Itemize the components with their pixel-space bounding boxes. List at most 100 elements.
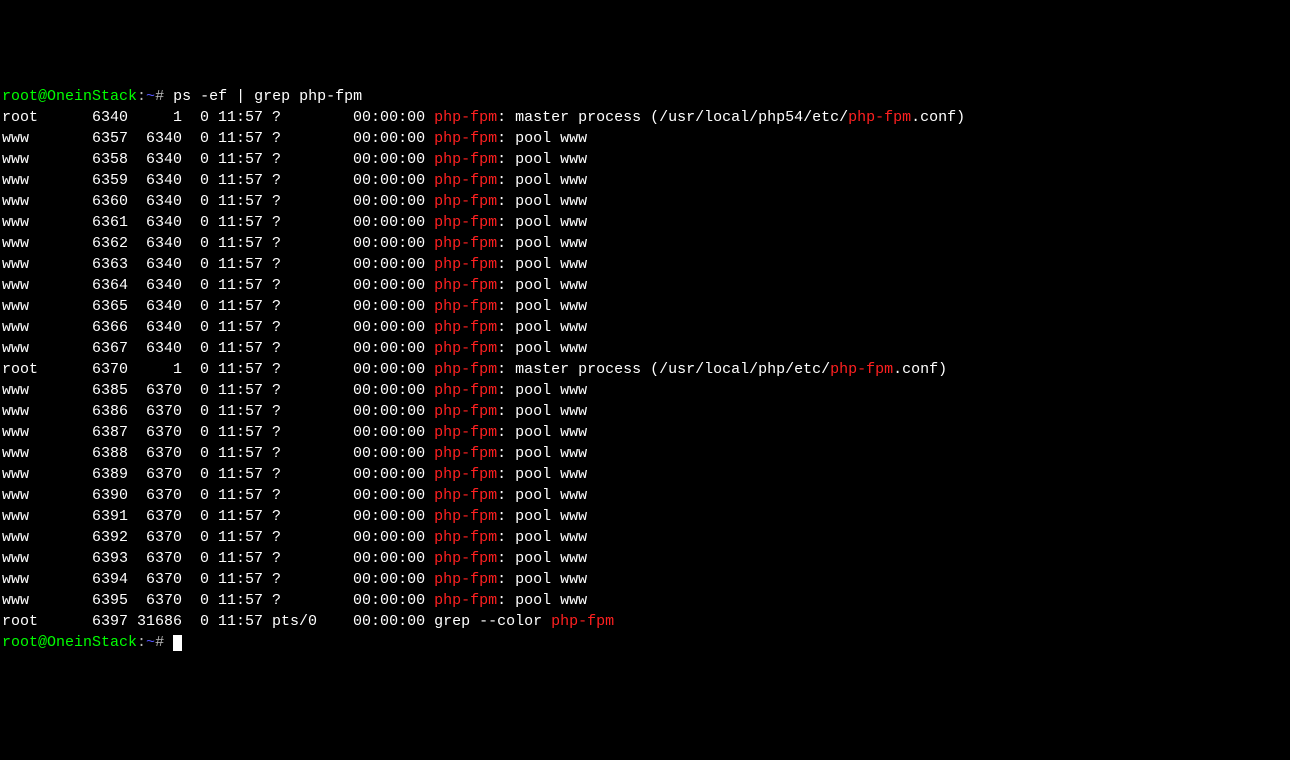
process-cols: www 6386 6370 0 11:57 ? 00:00:00 [2, 403, 434, 420]
highlight-phpfpm: php-fpm [434, 277, 497, 294]
process-row: www 6363 6340 0 11:57 ? 00:00:00 php-fpm… [2, 254, 1290, 275]
process-cmd: : pool www [497, 298, 587, 315]
terminal-output[interactable]: root@OneinStack:~# ps -ef | grep php-fpm… [2, 86, 1290, 653]
prompt-path: ~ [146, 88, 155, 105]
process-cmd: : pool www [497, 466, 587, 483]
process-row: www 6393 6370 0 11:57 ? 00:00:00 php-fpm… [2, 548, 1290, 569]
process-cols: www 6365 6340 0 11:57 ? 00:00:00 [2, 298, 434, 315]
process-cols: www 6362 6340 0 11:57 ? 00:00:00 [2, 235, 434, 252]
highlight-phpfpm: php-fpm [434, 151, 497, 168]
process-row: www 6388 6370 0 11:57 ? 00:00:00 php-fpm… [2, 443, 1290, 464]
process-cmd: : pool www [497, 256, 587, 273]
process-row: www 6389 6370 0 11:57 ? 00:00:00 php-fpm… [2, 464, 1290, 485]
final-hash: # [155, 634, 164, 651]
process-cols: www 6361 6340 0 11:57 ? 00:00:00 [2, 214, 434, 231]
process-cmd: : pool www [497, 235, 587, 252]
highlight-phpfpm: php-fpm [434, 571, 497, 588]
highlight-phpfpm: php-fpm [830, 361, 893, 378]
highlight-phpfpm: php-fpm [434, 319, 497, 336]
process-row: www 6362 6340 0 11:57 ? 00:00:00 php-fpm… [2, 233, 1290, 254]
highlight-phpfpm: php-fpm [434, 130, 497, 147]
process-row: www 6360 6340 0 11:57 ? 00:00:00 php-fpm… [2, 191, 1290, 212]
prompt-hash: # [155, 88, 164, 105]
process-cols: www 6395 6370 0 11:57 ? 00:00:00 [2, 592, 434, 609]
highlight-phpfpm: php-fpm [434, 382, 497, 399]
process-cmd-post: .conf) [893, 361, 947, 378]
cursor-icon [173, 635, 182, 651]
process-row: root 6340 1 0 11:57 ? 00:00:00 php-fpm: … [2, 107, 1290, 128]
process-cmd: : pool www [497, 550, 587, 567]
process-cmd: : pool www [497, 445, 587, 462]
final-sep: : [137, 634, 146, 651]
process-row: www 6357 6340 0 11:57 ? 00:00:00 php-fpm… [2, 128, 1290, 149]
process-cmd: : pool www [497, 487, 587, 504]
highlight-phpfpm: php-fpm [434, 298, 497, 315]
command-text: ps -ef | grep php-fpm [164, 88, 362, 105]
highlight-phpfpm: php-fpm [434, 550, 497, 567]
process-cols: www 6357 6340 0 11:57 ? 00:00:00 [2, 130, 434, 147]
process-cols: www 6385 6370 0 11:57 ? 00:00:00 [2, 382, 434, 399]
process-row: www 6391 6370 0 11:57 ? 00:00:00 php-fpm… [2, 506, 1290, 527]
highlight-phpfpm: php-fpm [434, 256, 497, 273]
highlight-phpfpm: php-fpm [848, 109, 911, 126]
process-cols: www 6363 6340 0 11:57 ? 00:00:00 [2, 256, 434, 273]
process-row: www 6361 6340 0 11:57 ? 00:00:00 php-fpm… [2, 212, 1290, 233]
process-cols: www 6389 6370 0 11:57 ? 00:00:00 [2, 466, 434, 483]
process-row: www 6359 6340 0 11:57 ? 00:00:00 php-fpm… [2, 170, 1290, 191]
process-cmd: : pool www [497, 403, 587, 420]
process-cmd: : pool www [497, 130, 587, 147]
highlight-phpfpm: php-fpm [434, 214, 497, 231]
highlight-phpfpm: php-fpm [434, 109, 497, 126]
process-cmd: : pool www [497, 277, 587, 294]
process-cols: www 6360 6340 0 11:57 ? 00:00:00 [2, 193, 434, 210]
final-user-host: root@OneinStack [2, 634, 137, 651]
process-row: www 6386 6370 0 11:57 ? 00:00:00 php-fpm… [2, 401, 1290, 422]
process-cols: www 6364 6340 0 11:57 ? 00:00:00 [2, 277, 434, 294]
process-cols: root 6340 1 0 11:57 ? 00:00:00 [2, 109, 434, 126]
process-cmd: : pool www [497, 592, 587, 609]
process-row: www 6387 6370 0 11:57 ? 00:00:00 php-fpm… [2, 422, 1290, 443]
highlight-phpfpm: php-fpm [434, 193, 497, 210]
grep-line: root 6397 31686 0 11:57 pts/0 00:00:00 g… [2, 611, 1290, 632]
process-row: www 6394 6370 0 11:57 ? 00:00:00 php-fpm… [2, 569, 1290, 590]
final-prompt-line: root@OneinStack:~# [2, 632, 1290, 653]
process-row: www 6392 6370 0 11:57 ? 00:00:00 php-fpm… [2, 527, 1290, 548]
process-cmd: : pool www [497, 424, 587, 441]
process-cmd: : pool www [497, 571, 587, 588]
process-cmd: : pool www [497, 172, 587, 189]
highlight-phpfpm: php-fpm [434, 424, 497, 441]
highlight-phpfpm: php-fpm [434, 466, 497, 483]
process-row: www 6367 6340 0 11:57 ? 00:00:00 php-fpm… [2, 338, 1290, 359]
process-cols: www 6392 6370 0 11:57 ? 00:00:00 [2, 529, 434, 546]
highlight-phpfpm: php-fpm [434, 340, 497, 357]
process-cols: www 6387 6370 0 11:57 ? 00:00:00 [2, 424, 434, 441]
process-row: www 6358 6340 0 11:57 ? 00:00:00 php-fpm… [2, 149, 1290, 170]
process-cols: www 6393 6370 0 11:57 ? 00:00:00 [2, 550, 434, 567]
prompt-user-host: root@OneinStack [2, 88, 137, 105]
process-cols: www 6391 6370 0 11:57 ? 00:00:00 [2, 508, 434, 525]
process-cmd-post: .conf) [911, 109, 965, 126]
highlight-phpfpm: php-fpm [434, 403, 497, 420]
process-row: www 6390 6370 0 11:57 ? 00:00:00 php-fpm… [2, 485, 1290, 506]
grep-highlight: php-fpm [551, 613, 614, 630]
process-cmd: : master process (/usr/local/php54/etc/ [497, 109, 848, 126]
process-cmd: : master process (/usr/local/php/etc/ [497, 361, 830, 378]
process-row: www 6365 6340 0 11:57 ? 00:00:00 php-fpm… [2, 296, 1290, 317]
process-row: www 6364 6340 0 11:57 ? 00:00:00 php-fpm… [2, 275, 1290, 296]
process-row: www 6366 6340 0 11:57 ? 00:00:00 php-fpm… [2, 317, 1290, 338]
highlight-phpfpm: php-fpm [434, 235, 497, 252]
final-path: ~ [146, 634, 155, 651]
highlight-phpfpm: php-fpm [434, 508, 497, 525]
process-cmd: : pool www [497, 529, 587, 546]
highlight-phpfpm: php-fpm [434, 361, 497, 378]
prompt-sep: : [137, 88, 146, 105]
process-cols: www 6358 6340 0 11:57 ? 00:00:00 [2, 151, 434, 168]
process-cmd: : pool www [497, 151, 587, 168]
highlight-phpfpm: php-fpm [434, 445, 497, 462]
process-cols: www 6388 6370 0 11:57 ? 00:00:00 [2, 445, 434, 462]
highlight-phpfpm: php-fpm [434, 529, 497, 546]
process-cols: www 6366 6340 0 11:57 ? 00:00:00 [2, 319, 434, 336]
process-cmd: : pool www [497, 214, 587, 231]
process-cmd: : pool www [497, 382, 587, 399]
prompt-line: root@OneinStack:~# ps -ef | grep php-fpm [2, 86, 1290, 107]
